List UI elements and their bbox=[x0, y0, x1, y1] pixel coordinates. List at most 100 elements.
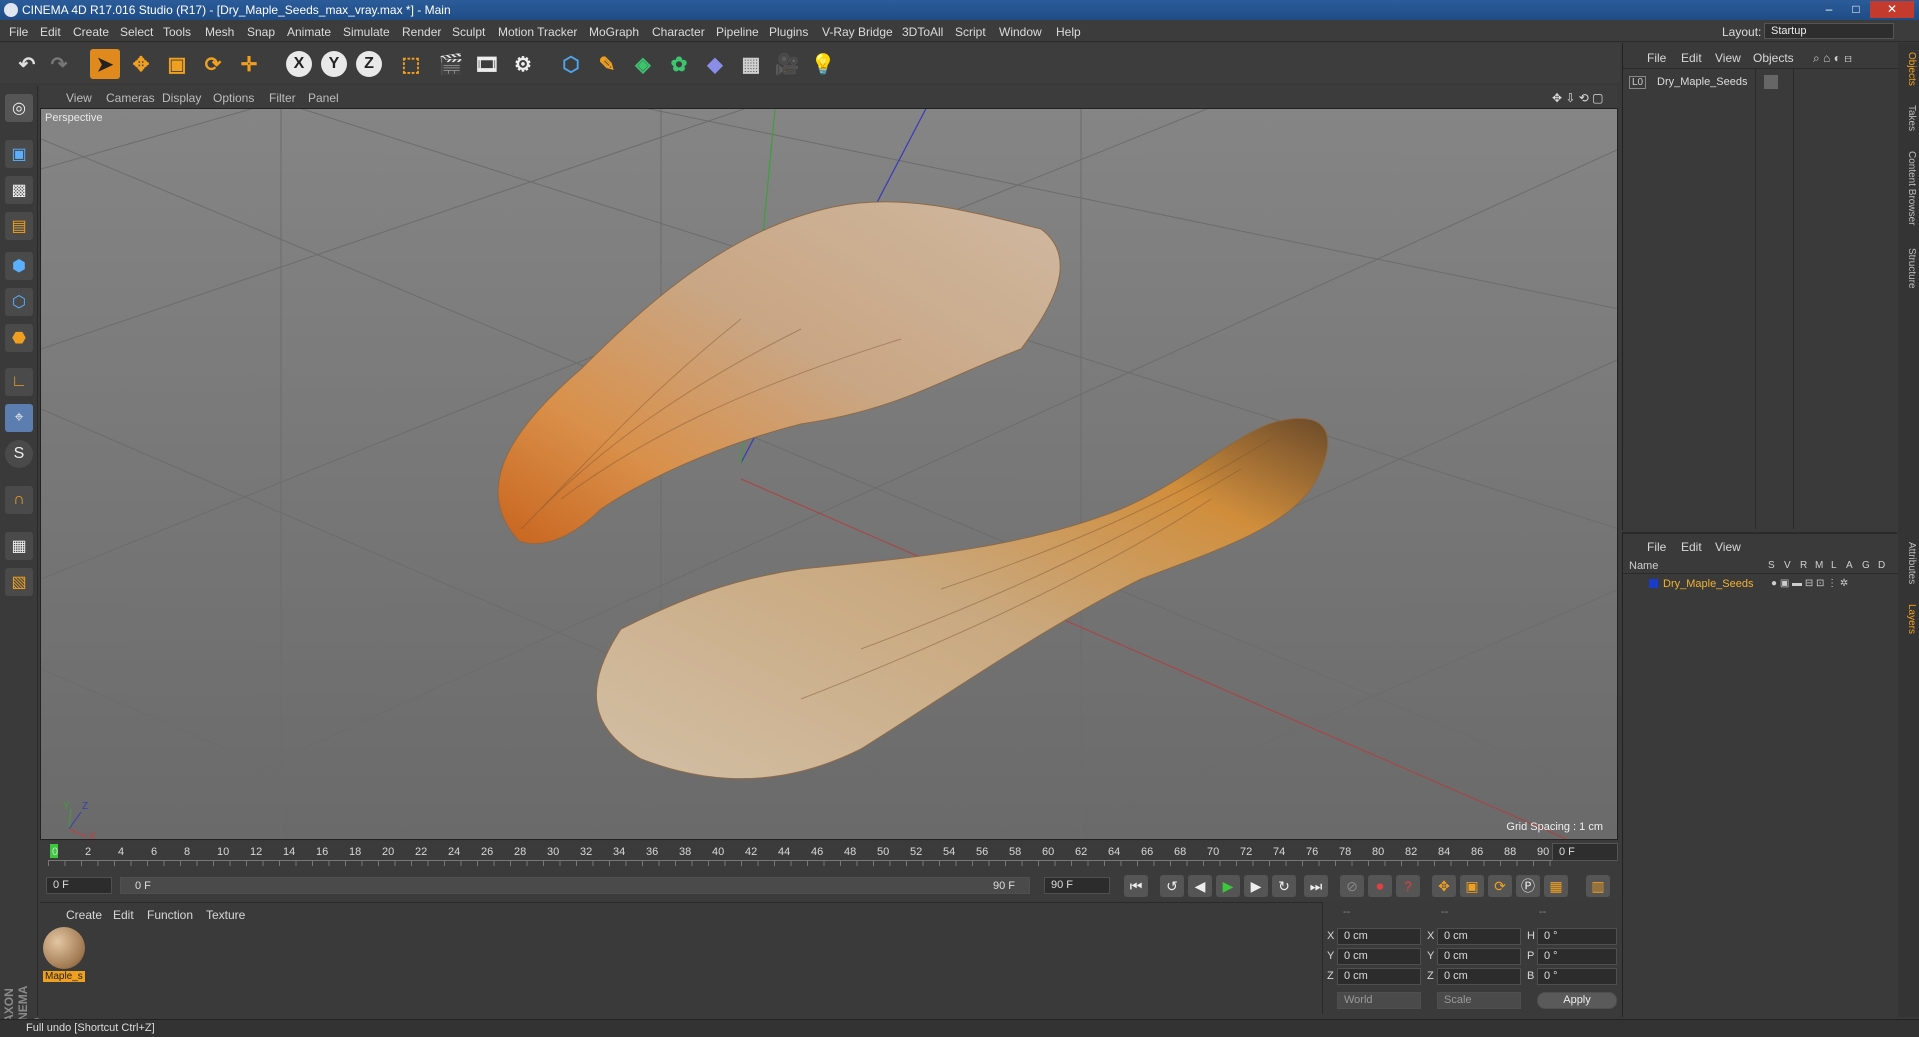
next-frame-icon[interactable]: ▶ bbox=[1244, 875, 1268, 897]
menu-sculpt[interactable]: Sculpt bbox=[452, 25, 485, 39]
side-tab-takes[interactable]: Takes bbox=[1900, 103, 1917, 133]
viewport-menu-display[interactable]: Display bbox=[162, 91, 201, 105]
menu-mograph[interactable]: MoGraph bbox=[589, 25, 639, 39]
points-mode-icon[interactable]: ⬢ bbox=[5, 252, 33, 280]
axis-mode-icon[interactable]: ∟ bbox=[5, 368, 33, 396]
key-parameter-icon[interactable]: Ⓟ bbox=[1516, 875, 1540, 897]
side-tab-layers[interactable]: Layers bbox=[1900, 599, 1917, 639]
menu-plugins[interactable]: Plugins bbox=[769, 25, 808, 39]
side-tab-structure[interactable]: Structure bbox=[1900, 243, 1917, 293]
viewport-navigation-icon[interactable]: ✥ ⇩ ⟲ ▢ bbox=[1552, 91, 1604, 105]
layer-menu-view[interactable]: View bbox=[1715, 540, 1741, 554]
scale-tool-icon[interactable]: ▣ bbox=[162, 49, 192, 79]
side-tab-objects[interactable]: Objects bbox=[1900, 49, 1917, 89]
pos-y-field[interactable]: 0 cm bbox=[1337, 948, 1421, 965]
menu-snap[interactable]: Snap bbox=[247, 25, 275, 39]
size-z-field[interactable]: 0 cm bbox=[1437, 968, 1521, 985]
rot-h-field[interactable]: 0 ° bbox=[1537, 928, 1617, 945]
apply-button[interactable]: Apply bbox=[1537, 992, 1617, 1009]
timeline-ruler[interactable]: 0 2 4 6 8 10 12 14 16 18 20 22 24 26 28 30 32 34 36 38 40 42 4… bbox=[40, 842, 1618, 872]
menu-simulate[interactable]: Simulate bbox=[343, 25, 390, 39]
layer-col-manager[interactable]: M bbox=[1815, 560, 1823, 571]
object-menu-file[interactable]: File bbox=[1647, 51, 1666, 65]
size-mode-select[interactable]: Scale bbox=[1437, 992, 1521, 1009]
keyframe-selection-icon[interactable]: ? bbox=[1396, 875, 1420, 897]
size-x-field[interactable]: 0 cm bbox=[1437, 928, 1521, 945]
perspective-viewport[interactable]: Y Z X Perspective Grid Spacing : 1 cm bbox=[40, 108, 1618, 840]
axis-x-toggle[interactable]: X bbox=[286, 51, 312, 77]
polygons-mode-icon[interactable]: ⬣ bbox=[5, 324, 33, 352]
menu-tools[interactable]: Tools bbox=[163, 25, 191, 39]
frame-range-slider[interactable]: 0 F 90 F bbox=[120, 877, 1030, 894]
lock-workplane-icon[interactable]: ▦ bbox=[5, 532, 33, 560]
auto-keying-icon[interactable]: ⏺ bbox=[1368, 875, 1392, 897]
object-row[interactable]: L0 Dry_Maple_Seeds bbox=[1629, 75, 1894, 91]
menu-render[interactable]: Render bbox=[402, 25, 441, 39]
layer-col-visible[interactable]: V bbox=[1784, 560, 1791, 571]
layer-col-generators[interactable]: G bbox=[1862, 560, 1870, 571]
layer-color-swatch[interactable] bbox=[1649, 579, 1658, 588]
render-view-icon[interactable]: 🎬 bbox=[436, 49, 466, 79]
key-pla-icon[interactable]: ▦ bbox=[1544, 875, 1568, 897]
material-menu-texture[interactable]: Texture bbox=[206, 908, 245, 922]
viewport-menu-view[interactable]: View bbox=[66, 91, 92, 105]
light-icon[interactable]: 💡 bbox=[808, 49, 838, 79]
pos-z-field[interactable]: 0 cm bbox=[1337, 968, 1421, 985]
object-menu-edit[interactable]: Edit bbox=[1681, 51, 1702, 65]
object-menu-view[interactable]: View bbox=[1715, 51, 1741, 65]
make-editable-icon[interactable]: ◎ bbox=[5, 94, 33, 122]
minimize-button[interactable]: – bbox=[1816, 1, 1842, 18]
undo-icon[interactable]: ↶ bbox=[12, 49, 42, 79]
subdivision-surface-icon[interactable]: ◈ bbox=[628, 49, 658, 79]
viewport-menu-cameras[interactable]: Cameras bbox=[106, 91, 155, 105]
axis-y-toggle[interactable]: Y bbox=[321, 51, 347, 77]
timeline-window-icon[interactable]: ▥ bbox=[1586, 875, 1610, 897]
menu-vray-bridge[interactable]: V-Ray Bridge bbox=[822, 25, 893, 39]
object-tag-icon[interactable] bbox=[1764, 75, 1778, 89]
menu-motion-tracker[interactable]: Motion Tracker bbox=[498, 25, 577, 39]
viewport-menu-panel[interactable]: Panel bbox=[308, 91, 339, 105]
planar-workplane-icon[interactable]: ▧ bbox=[5, 568, 33, 596]
layer-col-solo[interactable]: S bbox=[1768, 560, 1775, 571]
pen-spline-icon[interactable]: ✎ bbox=[592, 49, 622, 79]
menu-create[interactable]: Create bbox=[73, 25, 109, 39]
layer-col-render[interactable]: R bbox=[1800, 560, 1807, 571]
key-position-icon[interactable]: ✥ bbox=[1432, 875, 1456, 897]
layer-toggles-icon[interactable]: ● ▣ ▬ ⊟ ⊡ ⋮ ✲ bbox=[1771, 578, 1848, 589]
edges-mode-icon[interactable]: ⬡ bbox=[5, 288, 33, 316]
cloner-icon[interactable]: ✿ bbox=[664, 49, 694, 79]
viewport-menu-filter[interactable]: Filter bbox=[269, 91, 296, 105]
menu-character[interactable]: Character bbox=[652, 25, 705, 39]
render-settings-icon[interactable]: ⚙ bbox=[508, 49, 538, 79]
menu-select[interactable]: Select bbox=[120, 25, 153, 39]
menu-animate[interactable]: Animate bbox=[287, 25, 331, 39]
play-icon[interactable]: ▶ bbox=[1216, 875, 1240, 897]
go-to-start-icon[interactable]: ⏮ bbox=[1124, 875, 1148, 897]
menu-3dtoall[interactable]: 3DToAll bbox=[902, 25, 943, 39]
tweak-mode-icon[interactable]: ⌖ bbox=[5, 404, 33, 432]
material-item[interactable]: Maple_s bbox=[43, 927, 85, 987]
menu-mesh[interactable]: Mesh bbox=[205, 25, 234, 39]
start-frame-field[interactable]: 0 F bbox=[46, 877, 112, 894]
previous-key-icon[interactable]: ↺ bbox=[1160, 875, 1184, 897]
material-menu-create[interactable]: Create bbox=[66, 908, 102, 922]
cube-primitive-icon[interactable]: ⬡ bbox=[556, 49, 586, 79]
menu-file[interactable]: File bbox=[9, 25, 28, 39]
redo-icon[interactable]: ↷ bbox=[44, 49, 74, 79]
layer-menu-edit[interactable]: Edit bbox=[1681, 540, 1702, 554]
previous-frame-icon[interactable]: ◀ bbox=[1188, 875, 1212, 897]
next-key-icon[interactable]: ↻ bbox=[1272, 875, 1296, 897]
object-menu-objects[interactable]: Objects bbox=[1753, 51, 1794, 65]
side-tab-attributes[interactable]: Attributes bbox=[1900, 533, 1917, 593]
menu-edit[interactable]: Edit bbox=[40, 25, 61, 39]
pos-x-field[interactable]: 0 cm bbox=[1337, 928, 1421, 945]
add-object-icon[interactable]: ✛ bbox=[234, 49, 264, 79]
menu-script[interactable]: Script bbox=[955, 25, 986, 39]
layout-select[interactable]: Startup bbox=[1764, 23, 1894, 39]
key-scale-icon[interactable]: ▣ bbox=[1460, 875, 1484, 897]
menu-window[interactable]: Window bbox=[999, 25, 1042, 39]
layer-row[interactable]: Dry_Maple_Seeds ● ▣ ▬ ⊟ ⊡ ⋮ ✲ bbox=[1623, 576, 1898, 592]
go-to-end-icon[interactable]: ⏭ bbox=[1304, 875, 1328, 897]
material-menu-edit[interactable]: Edit bbox=[113, 908, 134, 922]
floor-scene-icon[interactable]: ▦ bbox=[736, 49, 766, 79]
